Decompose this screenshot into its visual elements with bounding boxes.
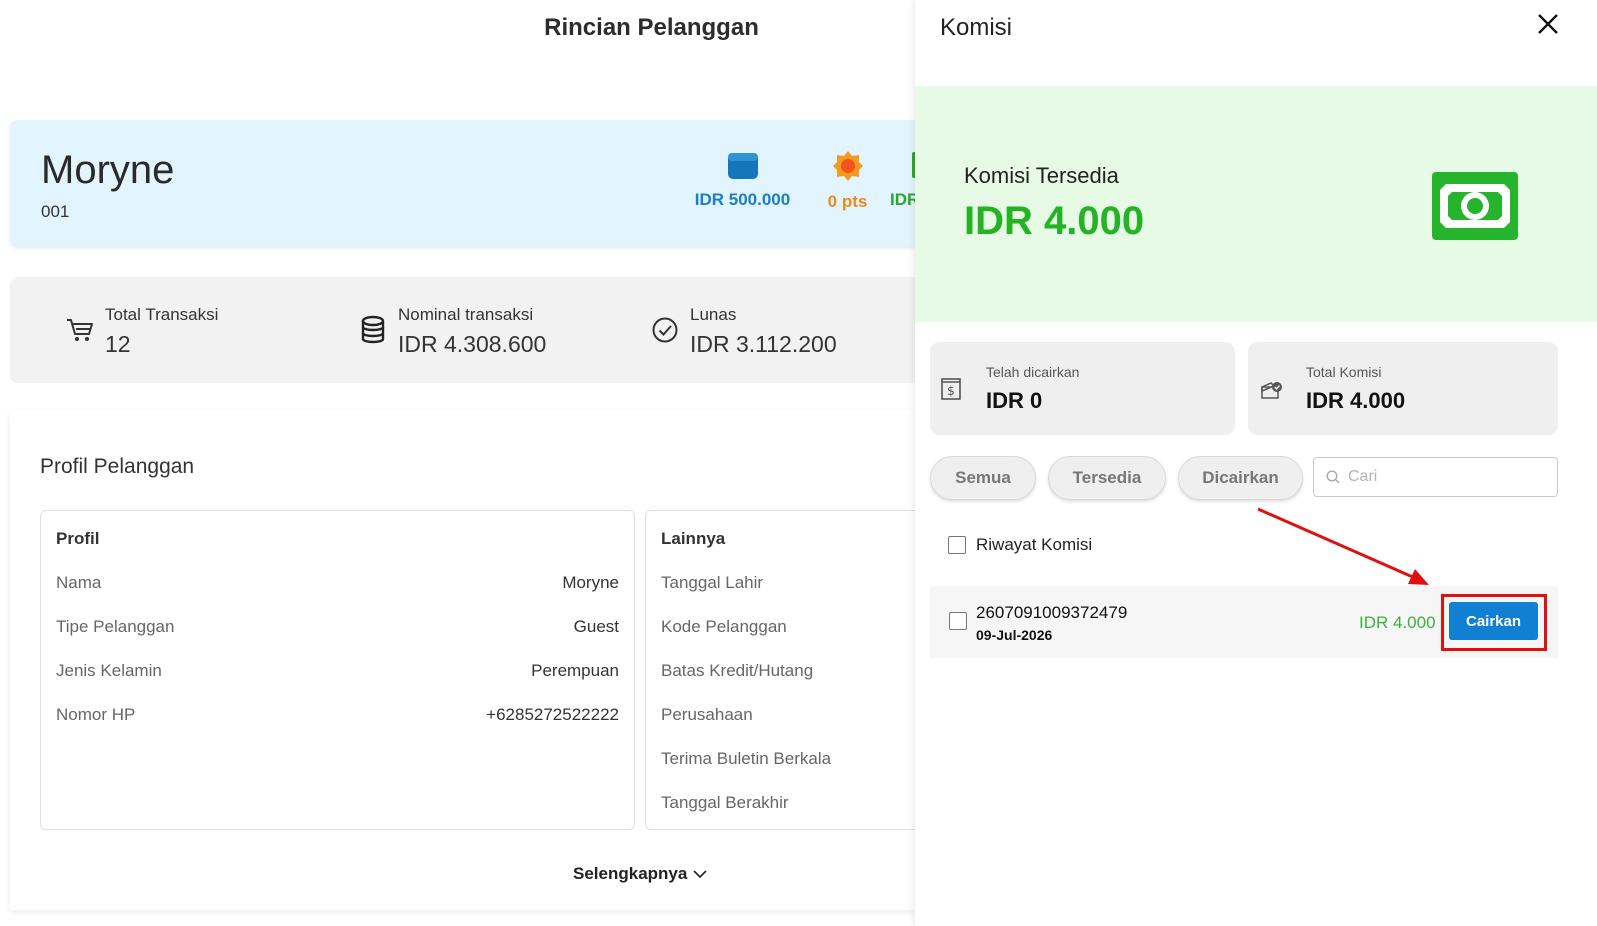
profile-section-title: Profil Pelanggan [40,455,195,478]
customer-card: Moryne 001 IDR 500.000 0 pts IDR [10,120,1010,246]
database-icon [361,315,385,344]
row-label: Jenis Kelamin [56,661,162,680]
summary-lunas: Lunas IDR 3.112.200 [650,305,837,358]
profile-row-tipe: Tipe Pelanggan Guest [56,617,619,637]
summary-total-transaksi: Total Transaksi 12 [65,305,218,358]
chevron-down-icon [693,870,707,879]
wallet-icon [727,153,758,179]
row-label: Perusahaan [661,705,753,724]
profile-info-box: Profil Nama Moryne Tipe Pelanggan Guest … [40,510,635,830]
row-label: Nomor HP [56,705,136,724]
annotation-arrow [1257,507,1429,585]
row-label: Terima Buletin Berkala [661,749,832,768]
summary-label: Lunas [690,305,737,324]
row-value: Moryne [562,573,619,592]
deposit-value: IDR 500.000 [694,190,791,209]
row-value: Guest [573,617,619,636]
commission-drawer: Komisi Komisi Tersedia IDR 4.000 $ Telah… [915,0,1597,926]
customer-code: 001 [41,202,70,221]
summary-label: Nominal transaksi [398,305,534,324]
profile-panel: Profil Pelanggan Profil Nama Moryne Tipe… [10,410,1045,910]
profile-box-heading: Profil [56,529,100,548]
badge-icon [832,151,863,181]
row-value: Perempuan [531,661,619,680]
show-more-label: Selengkapnya [573,864,688,883]
row-label: Nama [56,573,102,592]
row-label: Kode Pelanggan [661,617,787,636]
profile-row-nama: Nama Moryne [56,573,619,593]
customer-name: Moryne [41,148,175,192]
check-circle-icon [652,317,678,343]
summary-value: IDR 4.308.600 [398,331,547,357]
cart-icon [67,319,93,341]
show-more-link[interactable]: Selengkapnya [573,864,707,884]
other-box-heading: Lainnya [661,529,726,548]
summary-label: Total Transaksi [105,305,219,324]
row-label: Tanggal Berakhir [661,793,789,812]
row-label: Tanggal Lahir [661,573,764,592]
profile-row-nomor-hp: Nomor HP +6285272522222 [56,705,619,725]
summary-nominal-transaksi: Nominal transaksi IDR 4.308.600 [358,305,546,358]
row-value: +6285272522222 [486,705,619,724]
row-label: Batas Kredit/Hutang [661,661,814,680]
summary-value: 12 [105,331,131,357]
points-stat[interactable]: 0 pts [810,150,885,212]
row-label: Tipe Pelanggan [56,617,175,636]
points-value: 0 pts [827,192,868,211]
deposit-stat[interactable]: IDR 500.000 [685,150,800,210]
summary-value: IDR 3.112.200 [690,331,837,357]
transaction-summary: Total Transaksi 12 Nominal transaksi IDR… [10,277,1010,383]
profile-row-jenis-kelamin: Jenis Kelamin Perempuan [56,661,619,681]
